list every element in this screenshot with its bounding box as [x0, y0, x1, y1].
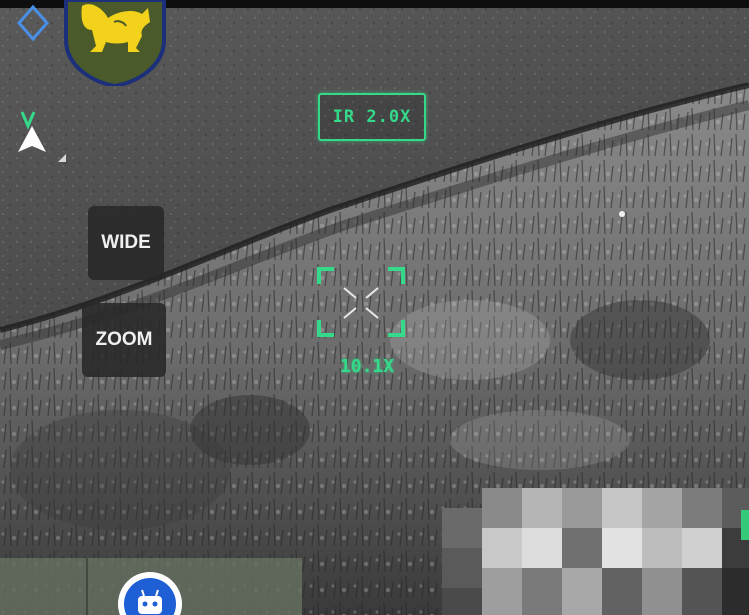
robot-icon: [124, 578, 176, 615]
edge-indicator: [741, 510, 749, 540]
lion-shield-icon: [52, 0, 178, 89]
panel-divider: [86, 558, 88, 615]
robot-assistant-button[interactable]: [118, 572, 182, 615]
target-reticle: [316, 266, 406, 338]
drone-camera-view: IR 2.0X WIDE ZOOM 10.1X: [0, 0, 749, 615]
diamond-marker-icon: [16, 4, 50, 42]
camera-mode-indicator[interactable]: IR 2.0X: [318, 93, 426, 141]
zoom-level-readout: 10.1X: [339, 356, 395, 377]
wide-camera-button[interactable]: WIDE: [88, 206, 164, 280]
zoom-camera-button[interactable]: ZOOM: [82, 303, 166, 377]
pixelated-overlay: [442, 488, 749, 615]
north-arrow-icon: [14, 108, 68, 166]
